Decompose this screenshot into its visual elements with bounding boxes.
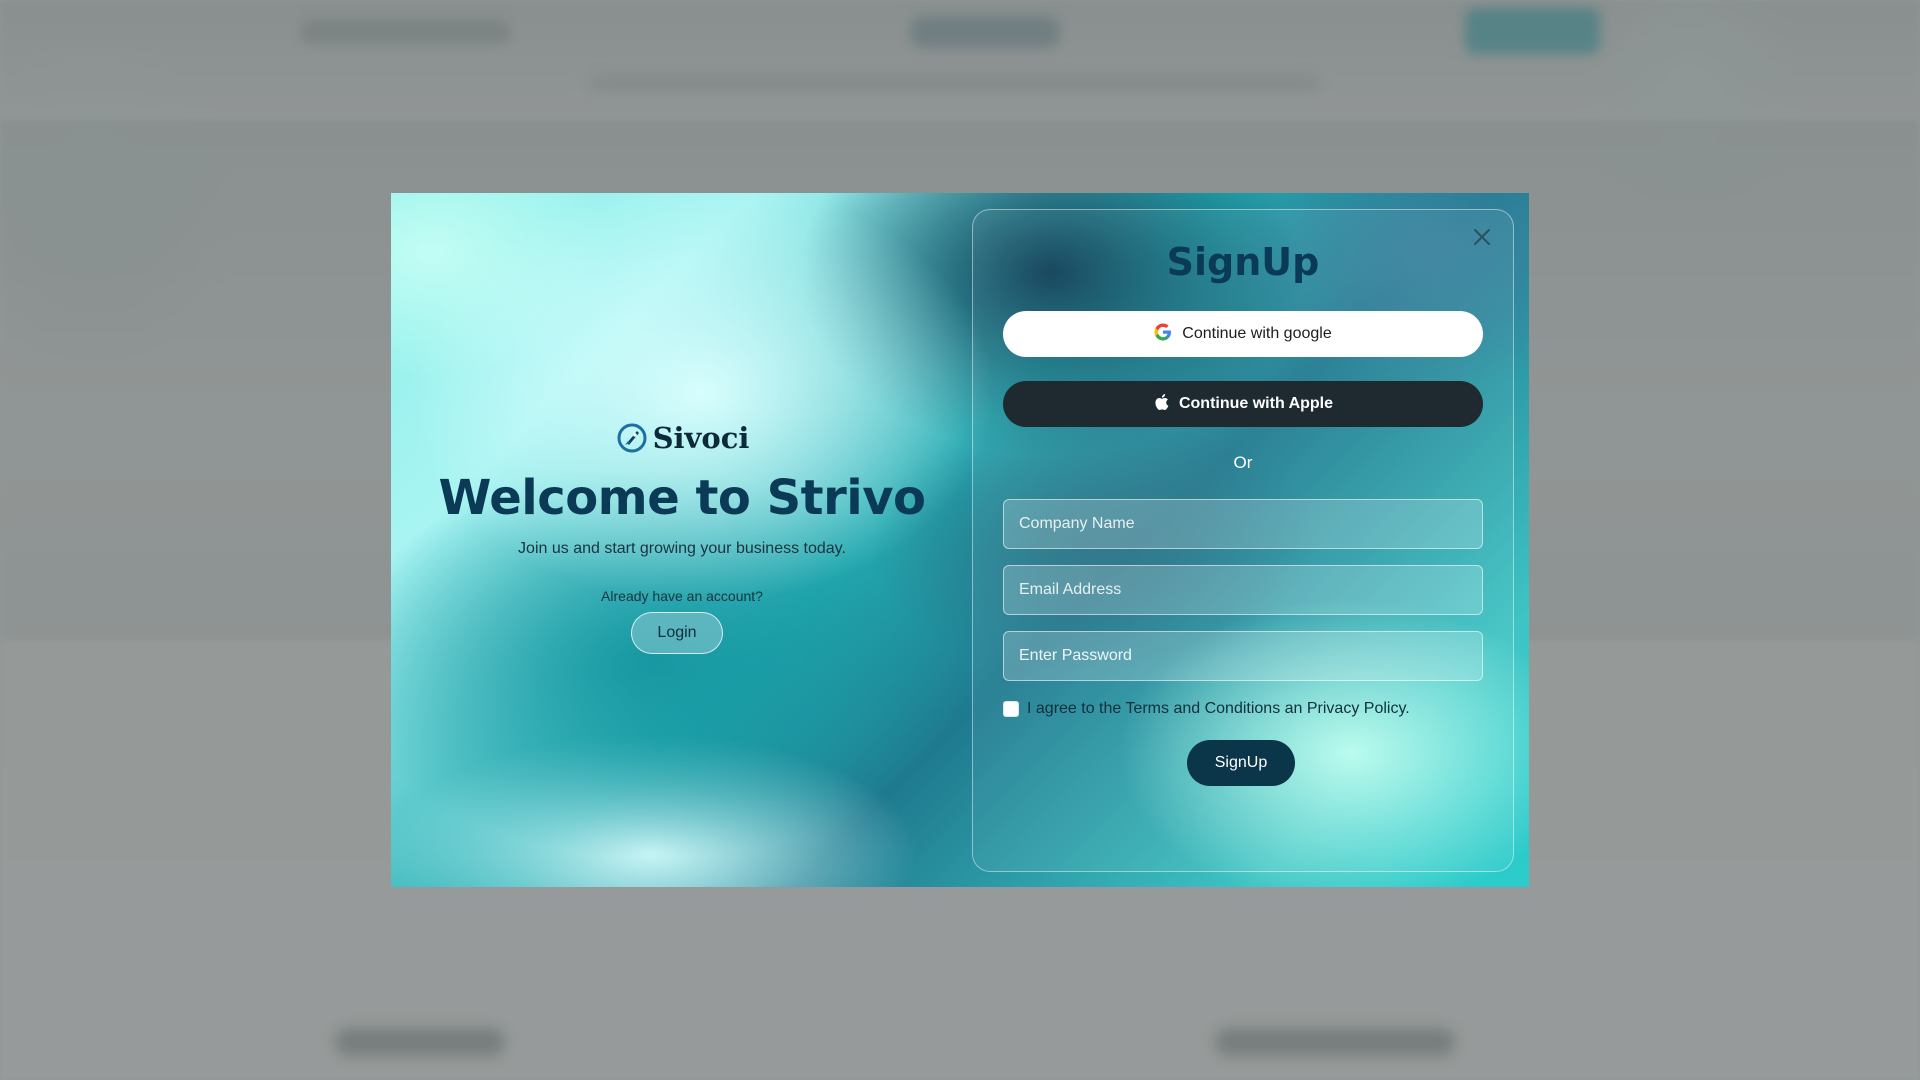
google-signup-button[interactable]: Continue with google: [1003, 311, 1483, 357]
terms-label: I agree to the Terms and Conditions an P…: [1027, 700, 1410, 717]
welcome-panel: Sivoci Welcome to Strivo Join us and sta…: [391, 193, 973, 887]
company-name-input[interactable]: [1003, 499, 1483, 549]
google-icon: [1154, 323, 1172, 346]
rocket-logo-icon: [615, 421, 649, 455]
apple-button-label: Continue with Apple: [1178, 395, 1334, 412]
terms-agreement: I agree to the Terms and Conditions an P…: [1003, 700, 1410, 718]
google-button-label: Continue with google: [1182, 325, 1332, 342]
password-input[interactable]: [1003, 631, 1483, 681]
account-prompt: Already have an account?: [601, 588, 763, 604]
signup-modal: Sivoci Welcome to Strivo Join us and sta…: [391, 193, 1529, 887]
signup-submit-button[interactable]: SignUp: [1187, 740, 1295, 786]
brand: Sivoci: [391, 421, 973, 455]
or-divider: Or: [1233, 453, 1253, 472]
terms-checkbox[interactable]: [1003, 701, 1019, 717]
apple-signup-button[interactable]: Continue with Apple: [1003, 381, 1483, 427]
welcome-heading: Welcome to Strivo: [438, 470, 927, 526]
apple-icon: [1153, 393, 1169, 416]
signup-form: SignUp Continue with google Continue wit…: [972, 209, 1514, 872]
welcome-subtitle: Join us and start growing your business …: [518, 540, 846, 557]
login-button[interactable]: Login: [631, 612, 723, 654]
signup-title: SignUp: [1166, 240, 1320, 284]
brand-name: Sivoci: [652, 421, 750, 455]
email-input[interactable]: [1003, 565, 1483, 615]
